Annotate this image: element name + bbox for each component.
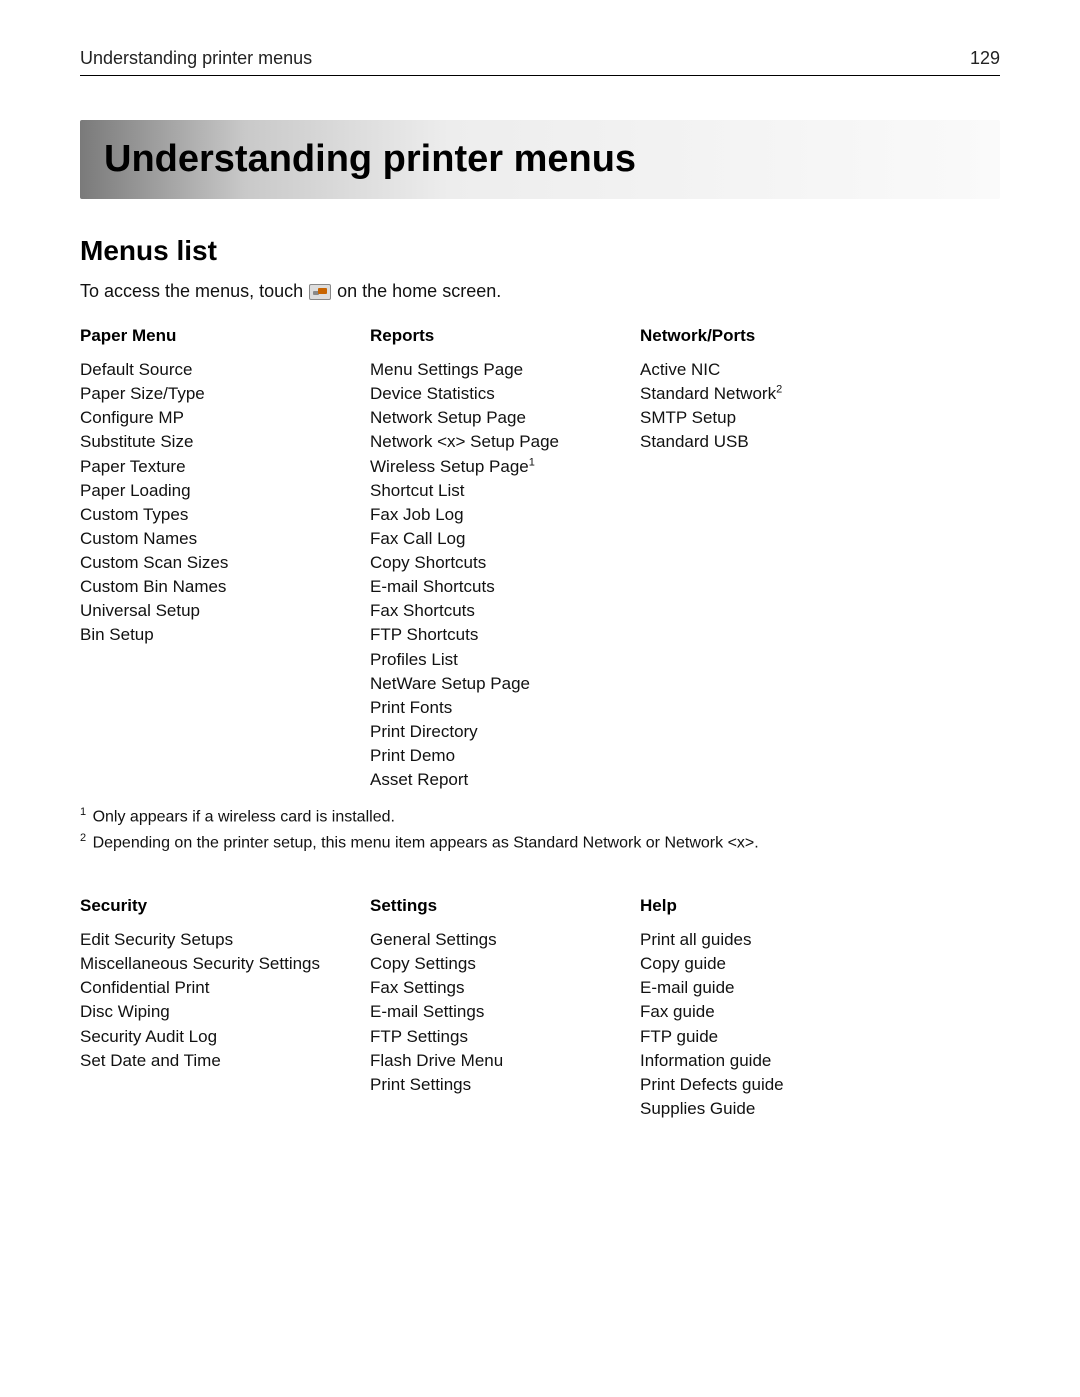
help-heading: Help xyxy=(640,896,1000,916)
list-item: Miscellaneous Security Settings xyxy=(80,952,370,976)
menu-icon xyxy=(309,284,331,300)
list-item: FTP Shortcuts xyxy=(370,623,640,647)
superscript: 1 xyxy=(529,456,535,468)
list-item: Profiles List xyxy=(370,648,640,672)
list-item: Edit Security Setups xyxy=(80,928,370,952)
breadcrumb: Understanding printer menus xyxy=(80,48,312,69)
list-item: Fax Job Log xyxy=(370,503,640,527)
list-item: Custom Types xyxy=(80,503,370,527)
list-item: Asset Report xyxy=(370,768,640,792)
list-item: Paper Loading xyxy=(80,479,370,503)
superscript: 2 xyxy=(776,383,782,395)
list-item: Fax Call Log xyxy=(370,527,640,551)
list-item: Wireless Setup Page1 xyxy=(370,455,640,479)
list-item: E-mail Settings xyxy=(370,1000,640,1024)
menu-columns-top: Paper Menu Default Source Paper Size/Typ… xyxy=(80,326,1000,792)
help-column: Help Print all guides Copy guide E-mail … xyxy=(640,896,1000,1121)
settings-column: Settings General Settings Copy Settings … xyxy=(370,896,640,1121)
list-item: Shortcut List xyxy=(370,479,640,503)
list-item: Custom Scan Sizes xyxy=(80,551,370,575)
list-item: Paper Size/Type xyxy=(80,382,370,406)
paper-menu-column: Paper Menu Default Source Paper Size/Typ… xyxy=(80,326,370,792)
list-item: E-mail guide xyxy=(640,976,1000,1000)
page-number: 129 xyxy=(970,48,1000,69)
reports-heading: Reports xyxy=(370,326,640,346)
list-item: Fax Shortcuts xyxy=(370,599,640,623)
list-item: Disc Wiping xyxy=(80,1000,370,1024)
footnote-1: 1 Only appears if a wireless card is ins… xyxy=(80,804,1000,830)
list-item: Custom Names xyxy=(80,527,370,551)
title-banner: Understanding printer menus xyxy=(80,120,1000,199)
settings-heading: Settings xyxy=(370,896,640,916)
list-item: Confidential Print xyxy=(80,976,370,1000)
list-item: Fax guide xyxy=(640,1000,1000,1024)
footnote-2: 2 Depending on the printer setup, this m… xyxy=(80,830,1000,856)
footnotes: 1 Only appears if a wireless card is ins… xyxy=(80,804,1000,856)
list-item: Copy guide xyxy=(640,952,1000,976)
list-item: Configure MP xyxy=(80,406,370,430)
list-item: Menu Settings Page xyxy=(370,358,640,382)
list-item: Copy Settings xyxy=(370,952,640,976)
list-item: Information guide xyxy=(640,1049,1000,1073)
list-item: Flash Drive Menu xyxy=(370,1049,640,1073)
list-item: Security Audit Log xyxy=(80,1025,370,1049)
list-item: Set Date and Time xyxy=(80,1049,370,1073)
list-item: Print Fonts xyxy=(370,696,640,720)
intro-pre: To access the menus, touch xyxy=(80,281,303,302)
security-column: Security Edit Security Setups Miscellane… xyxy=(80,896,370,1121)
list-item: General Settings xyxy=(370,928,640,952)
list-item: Copy Shortcuts xyxy=(370,551,640,575)
menu-columns-bottom: Security Edit Security Setups Miscellane… xyxy=(80,896,1000,1121)
list-item: NetWare Setup Page xyxy=(370,672,640,696)
list-item: Paper Texture xyxy=(80,455,370,479)
list-item: Fax Settings xyxy=(370,976,640,1000)
list-item: Active NIC xyxy=(640,358,1000,382)
list-item: Default Source xyxy=(80,358,370,382)
list-item: Print Demo xyxy=(370,744,640,768)
list-item: FTP guide xyxy=(640,1025,1000,1049)
list-item: Network Setup Page xyxy=(370,406,640,430)
list-item: Standard Network2 xyxy=(640,382,1000,406)
list-item: Print Defects guide xyxy=(640,1073,1000,1097)
list-item: Custom Bin Names xyxy=(80,575,370,599)
list-item: Supplies Guide xyxy=(640,1097,1000,1121)
list-item: Substitute Size xyxy=(80,430,370,454)
network-ports-column: Network/Ports Active NIC Standard Networ… xyxy=(640,326,1000,792)
intro-line: To access the menus, touch on the home s… xyxy=(80,281,1000,302)
security-heading: Security xyxy=(80,896,370,916)
list-item: Network <x> Setup Page xyxy=(370,430,640,454)
reports-column: Reports Menu Settings Page Device Statis… xyxy=(370,326,640,792)
list-item: Print Settings xyxy=(370,1073,640,1097)
list-item: Device Statistics xyxy=(370,382,640,406)
network-ports-heading: Network/Ports xyxy=(640,326,1000,346)
list-item: Standard USB xyxy=(640,430,1000,454)
list-item: E-mail Shortcuts xyxy=(370,575,640,599)
list-item: Print all guides xyxy=(640,928,1000,952)
list-item: Universal Setup xyxy=(80,599,370,623)
list-item: SMTP Setup xyxy=(640,406,1000,430)
paper-menu-heading: Paper Menu xyxy=(80,326,370,346)
intro-post: on the home screen. xyxy=(337,281,501,302)
page-title: Understanding printer menus xyxy=(104,138,976,181)
list-item: Bin Setup xyxy=(80,623,370,647)
page-header: Understanding printer menus 129 xyxy=(80,48,1000,76)
list-item: FTP Settings xyxy=(370,1025,640,1049)
section-title: Menus list xyxy=(80,235,1000,267)
list-item: Print Directory xyxy=(370,720,640,744)
